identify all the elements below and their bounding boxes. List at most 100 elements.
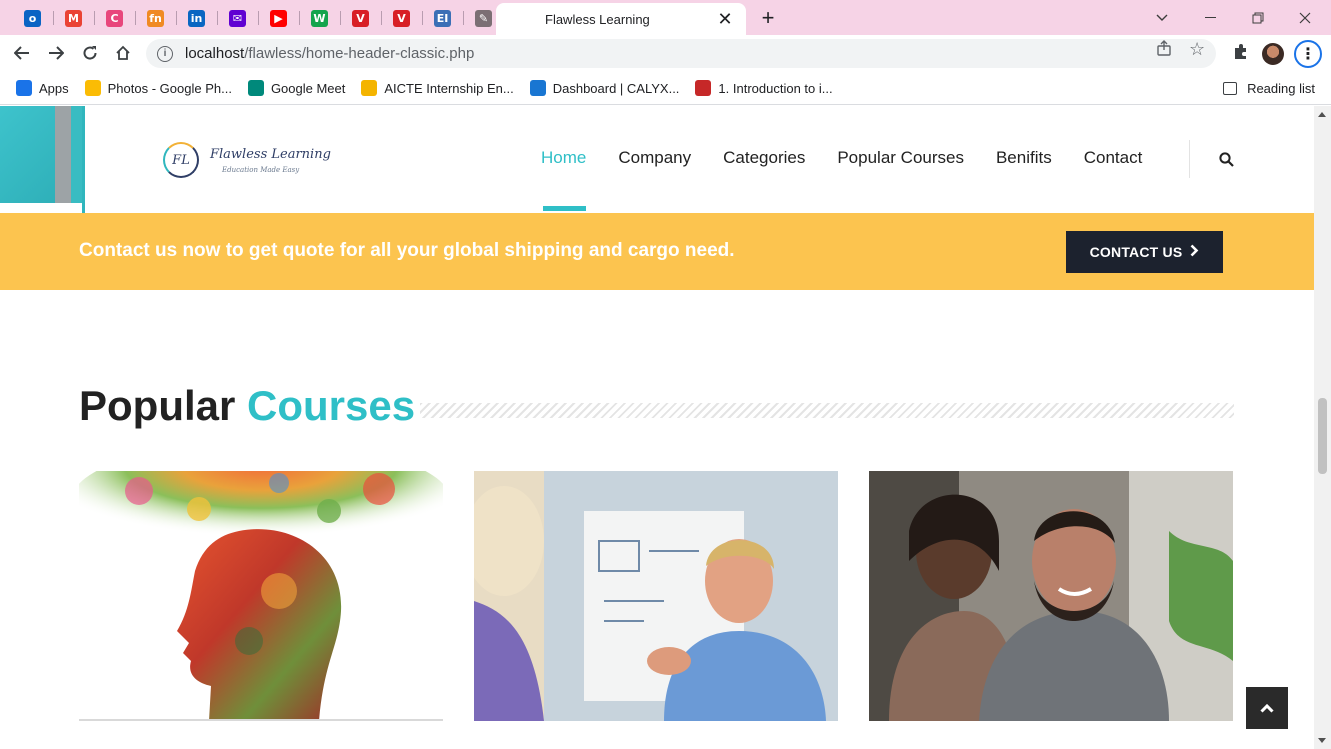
youtube-icon: ▶: [270, 9, 287, 27]
scroll-down-arrow-icon[interactable]: [1318, 738, 1326, 743]
pinned-tab[interactable]: fn: [135, 5, 176, 31]
tab-favicon-icon: [508, 11, 524, 27]
section-title: Popular Courses: [79, 382, 415, 430]
nav-item-categories[interactable]: Categories: [723, 148, 805, 168]
address-bar[interactable]: i localhost/flawless/home-header-classic…: [146, 39, 1216, 68]
share-icon[interactable]: [1156, 40, 1172, 61]
close-tab-icon[interactable]: ✕: [716, 9, 734, 30]
scroll-up-arrow-icon[interactable]: [1318, 112, 1326, 117]
url-path: /flawless/home-header-classic.php: [244, 45, 475, 62]
browser-tab-strip: o M Cfn in ✉ ▶ W V V EI ✎ Flawless Learning ✕ +: [0, 0, 1331, 35]
nav-item-company[interactable]: Company: [618, 148, 691, 168]
contact-banner: Contact us now to get quote for all your…: [0, 213, 1314, 290]
logo-tagline: Education Made Easy: [222, 165, 300, 174]
pinned-tab[interactable]: ✉: [217, 5, 258, 31]
extensions-icon[interactable]: [1232, 43, 1249, 65]
page-scrollbar[interactable]: [1314, 106, 1331, 749]
pinned-tab[interactable]: V: [340, 5, 381, 31]
forward-arrow-icon[interactable]: [45, 42, 67, 64]
bookmark-label: Apps: [39, 80, 69, 96]
bookmark-item[interactable]: Google Meet: [247, 80, 346, 96]
pinned-tab[interactable]: in: [176, 5, 217, 31]
course-card-image[interactable]: [869, 471, 1233, 721]
section-title-highlight: Courses: [247, 382, 416, 429]
page-viewport: FL Flawless Learning Education Made Easy…: [0, 106, 1314, 749]
pinned-tab[interactable]: C: [94, 5, 135, 31]
pinned-tab[interactable]: M: [53, 5, 94, 31]
bookmark-item[interactable]: Apps: [16, 80, 69, 96]
main-nav: Home Company Categories Popular Courses Beni…: [541, 148, 1174, 211]
tab-search-chevron-icon[interactable]: [1150, 0, 1174, 35]
copilot-icon: C: [106, 9, 123, 27]
minimize-icon[interactable]: [1198, 0, 1222, 35]
bookmark-item[interactable]: Dashboard | CALYX...: [529, 80, 680, 96]
site-logo[interactable]: FL Flawless Learning Education Made Easy: [163, 142, 331, 178]
course-icon: [695, 80, 712, 96]
site-header: FL Flawless Learning Education Made Easy…: [0, 106, 1314, 213]
nav-item-contact[interactable]: Contact: [1084, 148, 1143, 168]
bookmark-label: AICTE Internship En...: [384, 80, 514, 96]
banner-text: Contact us now to get quote for all your…: [79, 240, 735, 261]
reading-list-button[interactable]: Reading list: [1223, 72, 1315, 105]
chevron-up-icon: [1260, 703, 1274, 713]
gmail-icon: M: [65, 9, 82, 27]
linkedin-icon: in: [188, 9, 205, 27]
calyx-icon: [529, 80, 546, 96]
back-arrow-icon[interactable]: [11, 42, 33, 64]
aicte-icon: [361, 80, 378, 96]
yahoo-mail-icon: ✉: [229, 9, 246, 27]
bookmarks-bar: Apps Photos - Google Ph... Google Meet AICT…: [0, 72, 1331, 105]
url-text: localhost/flawless/home-header-classic.p…: [185, 45, 474, 62]
header-decoration: [0, 106, 85, 213]
nav-divider: [1189, 140, 1190, 178]
home-icon[interactable]: [112, 42, 134, 64]
bookmark-item[interactable]: 1. Introduction to i...: [695, 80, 833, 96]
course-card-image[interactable]: [474, 471, 838, 721]
bookmark-label: 1. Introduction to i...: [718, 80, 833, 96]
bookmark-star-icon[interactable]: ☆: [1189, 39, 1205, 60]
bookmark-item[interactable]: AICTE Internship En...: [361, 80, 514, 96]
reading-list-label: Reading list: [1247, 81, 1315, 96]
pinned-tabs: o M Cfn in ✉ ▶ W V V EI ✎: [12, 5, 504, 31]
pinned-tab[interactable]: ▶: [258, 5, 299, 31]
restore-icon[interactable]: [1246, 0, 1270, 35]
bookmark-label: Google Meet: [270, 80, 346, 96]
feather-icon: ✎: [475, 9, 492, 27]
search-icon[interactable]: [1219, 152, 1235, 168]
site-info-icon[interactable]: i: [157, 45, 173, 62]
browser-toolbar: i localhost/flawless/home-header-classic…: [0, 35, 1331, 72]
pinned-tab[interactable]: EI: [422, 5, 463, 31]
pinned-tab[interactable]: o: [12, 5, 53, 31]
new-tab-button[interactable]: +: [756, 6, 780, 30]
bookmark-label: Photos - Google Ph...: [107, 80, 232, 96]
v-icon-1: V: [352, 9, 369, 27]
google-meet-icon: [247, 80, 264, 96]
bookmark-item[interactable]: Photos - Google Ph...: [84, 80, 232, 96]
close-window-icon[interactable]: [1293, 0, 1317, 35]
title-hatch-divider: [420, 403, 1234, 418]
active-tab[interactable]: Flawless Learning ✕: [496, 3, 746, 35]
scroll-to-top-button[interactable]: [1246, 687, 1288, 729]
profile-avatar[interactable]: [1262, 43, 1284, 65]
contact-us-button[interactable]: CONTACT US: [1066, 231, 1223, 273]
chevron-right-icon: [1190, 244, 1199, 260]
bookmark-label: Dashboard | CALYX...: [552, 80, 680, 96]
nav-item-benifits[interactable]: Benifits: [996, 148, 1052, 168]
ei-icon: EI: [434, 9, 451, 27]
chrome-menu-icon[interactable]: ⋮: [1294, 40, 1322, 68]
course-card-image[interactable]: [79, 471, 443, 721]
outlook-icon: o: [24, 9, 41, 27]
scrollbar-thumb[interactable]: [1318, 398, 1327, 474]
nav-item-popular-courses[interactable]: Popular Courses: [837, 148, 964, 168]
w-icon: W: [311, 9, 328, 27]
fn-icon: fn: [147, 9, 164, 27]
pinned-tab[interactable]: V: [381, 5, 422, 31]
pinned-tab[interactable]: W: [299, 5, 340, 31]
url-host: localhost: [185, 45, 245, 62]
v-icon-2: V: [393, 9, 410, 27]
reload-icon[interactable]: [79, 42, 101, 64]
nav-item-home[interactable]: Home: [541, 148, 587, 211]
section-title-main: Popular: [79, 382, 236, 429]
logo-name: Flawless Learning: [210, 146, 331, 162]
google-photos-icon: [84, 80, 101, 96]
